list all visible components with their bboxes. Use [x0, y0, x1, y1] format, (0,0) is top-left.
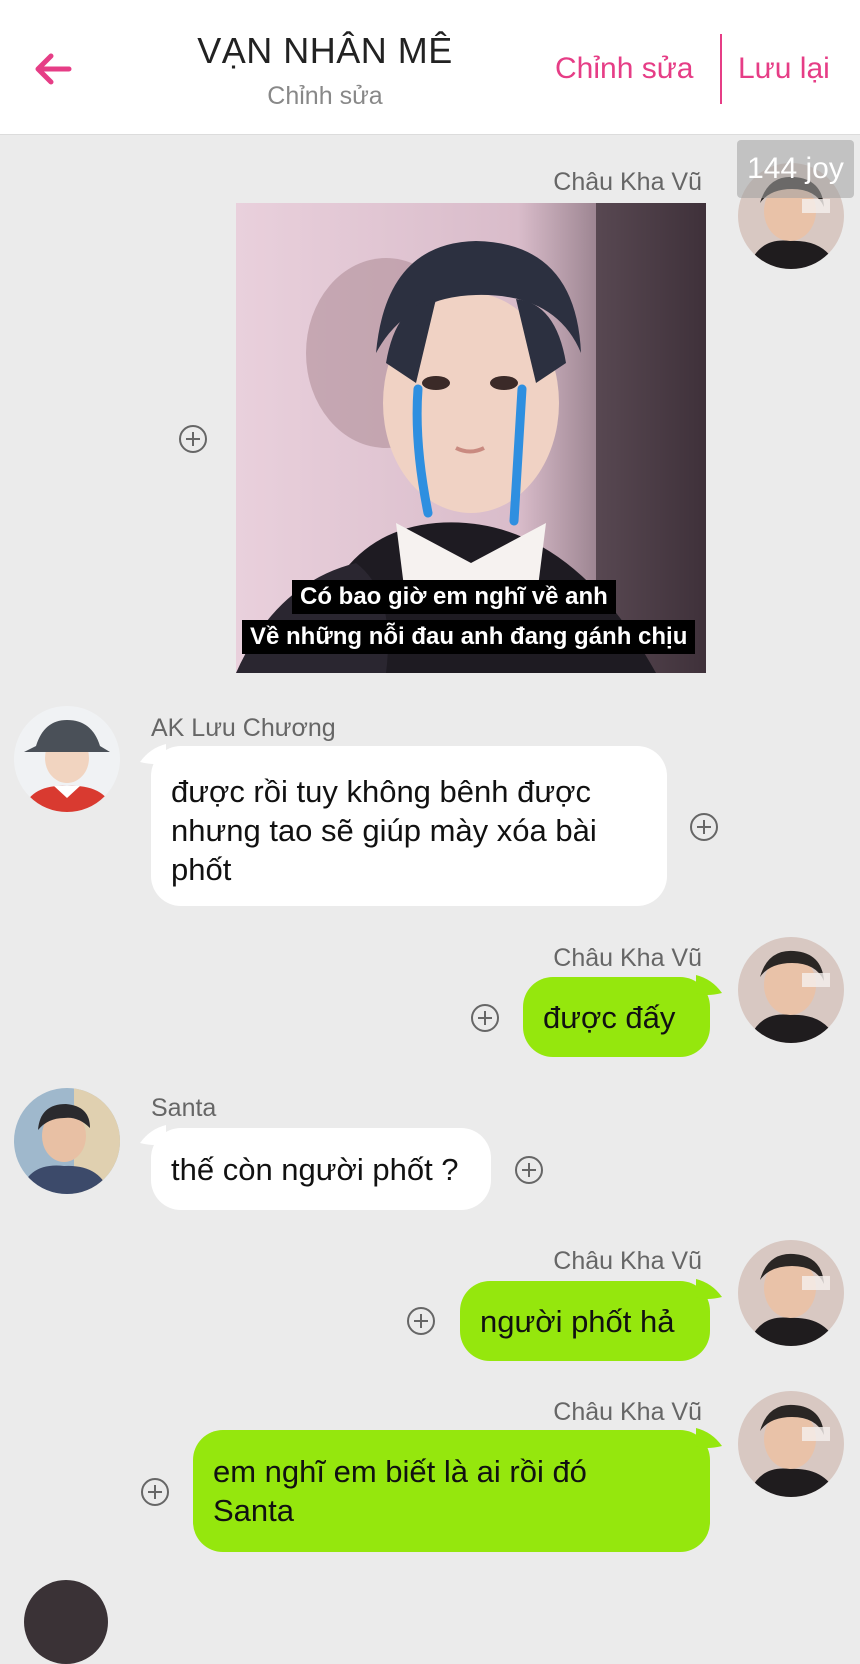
back-button[interactable]: [28, 44, 78, 94]
plus-circle-icon: [141, 1478, 169, 1506]
message-bubble[interactable]: em nghĩ em biết là ai rồi đó Santa: [193, 1430, 710, 1552]
add-reaction-button[interactable]: [406, 1306, 436, 1336]
add-reaction-button[interactable]: [689, 812, 719, 842]
message-bubble[interactable]: được rồi tuy không bênh được nhưng tao s…: [151, 746, 667, 906]
arrow-left-icon: [35, 53, 72, 85]
plus-circle-icon: [179, 425, 207, 453]
message-sender: Châu Kha Vũ: [553, 1398, 702, 1426]
add-reaction-button[interactable]: [470, 1003, 500, 1033]
avatar[interactable]: [14, 706, 120, 812]
meme-image[interactable]: Có bao giờ em nghĩ về anh Về những nỗi đ…: [236, 203, 706, 673]
plus-circle-icon: [407, 1307, 435, 1335]
avatar[interactable]: [14, 1088, 120, 1194]
bubble-tail: [696, 1279, 722, 1299]
message-bubble[interactable]: thế còn người phốt ?: [151, 1128, 491, 1210]
add-reaction-button[interactable]: [178, 424, 208, 454]
message-sender: Châu Kha Vũ: [553, 944, 702, 972]
message-bubble[interactable]: người phốt hả: [460, 1281, 710, 1361]
chat-subtitle: Chỉnh sửa: [267, 82, 383, 110]
edit-button[interactable]: Chỉnh sửa: [555, 52, 694, 86]
message-sender: Châu Kha Vũ: [553, 168, 702, 196]
message-sender: Santa: [151, 1094, 217, 1122]
bubble-tail: [696, 1428, 722, 1448]
app-header: VẠN NHÂN MÊ Chỉnh sửa Chỉnh sửa Lưu lại: [0, 0, 860, 135]
plus-circle-icon: [690, 813, 718, 841]
chat-title: VẠN NHÂN MÊ: [197, 30, 453, 71]
avatar[interactable]: [738, 1240, 844, 1346]
add-reaction-button[interactable]: [514, 1155, 544, 1185]
plus-circle-icon: [515, 1156, 543, 1184]
meme-caption-line2: Về những nỗi đau anh đang gánh chịu: [242, 620, 696, 654]
avatar[interactable]: [738, 1391, 844, 1497]
bubble-tail: [696, 975, 722, 995]
watermark-badge: 144 joy: [737, 140, 854, 198]
add-reaction-button[interactable]: [140, 1477, 170, 1507]
avatar[interactable]: [738, 937, 844, 1043]
header-divider: [720, 34, 722, 104]
message-sender: AK Lưu Chương: [151, 714, 336, 742]
message-sender: Châu Kha Vũ: [553, 1247, 702, 1275]
meme-caption-line1: Có bao giờ em nghĩ về anh: [292, 580, 616, 614]
message-bubble[interactable]: được đấy: [523, 977, 710, 1057]
plus-circle-icon: [471, 1004, 499, 1032]
save-button[interactable]: Lưu lại: [738, 52, 830, 86]
